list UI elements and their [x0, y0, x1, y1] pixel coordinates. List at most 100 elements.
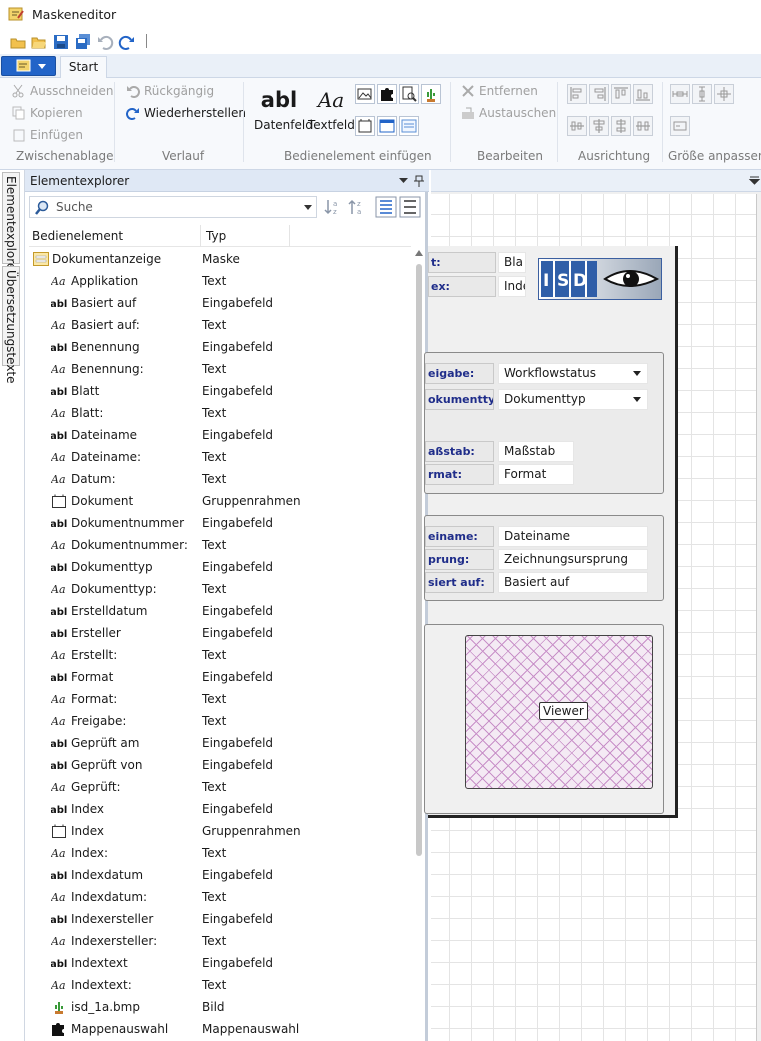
column-header-type[interactable]: Typ [206, 229, 226, 243]
search-box[interactable]: Suche [29, 196, 317, 218]
list-item[interactable]: Aa Dokumentnummer: Text [25, 534, 411, 556]
align-center-vertical-button[interactable] [567, 116, 587, 136]
tab-translations[interactable]: Übersetzungstexte [2, 266, 20, 384]
label-based-on[interactable]: siert auf: [425, 572, 494, 593]
paste-button[interactable]: Einfügen [12, 128, 83, 142]
list-item[interactable]: abl Dateiname Eingabefeld [25, 424, 411, 446]
list-item[interactable]: isd_1a.bmp Bild [25, 996, 411, 1018]
puzzle-insert-button[interactable] [377, 84, 397, 104]
label-filename[interactable]: einame: [425, 526, 494, 547]
field-based-on[interactable]: Basiert auf [498, 572, 648, 593]
same-size-button[interactable] [714, 84, 734, 104]
redo-button[interactable]: Wiederherstellen [126, 106, 246, 120]
field-index[interactable]: Inde [498, 276, 526, 297]
new-folder-icon[interactable] [9, 33, 27, 51]
field-sheet[interactable]: Bla [498, 252, 526, 273]
list-item[interactable]: Aa Index: Text [25, 842, 411, 864]
align-top-button[interactable] [611, 84, 631, 104]
chevron-down-icon[interactable] [304, 205, 312, 210]
list-item[interactable]: abl Erstelldatum Eingabefeld [25, 600, 411, 622]
label-release[interactable]: eigabe: [425, 363, 494, 384]
list-item[interactable]: Aa Dokumenttyp: Text [25, 578, 411, 600]
label-origin[interactable]: prung: [425, 549, 494, 570]
align-center-horizontal-button[interactable] [589, 116, 609, 136]
undo-button[interactable]: Rückgängig [126, 84, 214, 98]
list-item[interactable]: abl Dokumentnummer Eingabefeld [25, 512, 411, 534]
open-folder-icon[interactable] [30, 33, 48, 51]
redo-icon[interactable] [118, 33, 136, 51]
list-item[interactable]: Index Gruppenrahmen [25, 820, 411, 842]
design-canvas[interactable]: t: Bla ex: Inde I S D [424, 194, 757, 1041]
list-item[interactable]: abl Geprüft von Eingabefeld [25, 754, 411, 776]
list-item[interactable]: Aa Applikation Text [25, 270, 411, 292]
search-field-button[interactable] [399, 84, 419, 104]
replace-button[interactable]: Austauschen [461, 106, 556, 120]
list-item[interactable]: abl Indexersteller Eingabefeld [25, 908, 411, 930]
list-item[interactable]: Aa Geprüft: Text [25, 776, 411, 798]
list-item[interactable]: Aa Freigabe: Text [25, 710, 411, 732]
list-item[interactable]: Aa Format: Text [25, 688, 411, 710]
list-item[interactable]: Aa Dateiname: Text [25, 446, 411, 468]
list-item[interactable]: Aa Indexersteller: Text [25, 930, 411, 952]
collapse-all-icon[interactable] [399, 196, 421, 218]
list-item[interactable]: Aa Blatt: Text [25, 402, 411, 424]
field-scale[interactable]: Maßstab [498, 441, 574, 462]
fit-size-button[interactable] [670, 116, 690, 136]
application-menu-button[interactable] [1, 56, 56, 76]
label-scale[interactable]: aßstab: [425, 441, 494, 462]
list-insert-button[interactable] [399, 116, 419, 136]
list-item[interactable]: Aa Indextext: Text [25, 974, 411, 996]
cut-button[interactable]: Ausschneiden [12, 84, 113, 98]
group-frame-document[interactable]: eigabe: Workflowstatus okumenttyp: Dokum… [424, 352, 664, 494]
tab-start[interactable]: Start [60, 56, 107, 79]
distribute-horizontal-button[interactable] [633, 116, 653, 136]
scroll-thumb[interactable] [416, 264, 422, 856]
sort-descending-icon[interactable]: az [321, 196, 343, 218]
field-origin[interactable]: Zeichnungsursprung [498, 549, 648, 570]
list-item[interactable]: abl Geprüft am Eingabefeld [25, 732, 411, 754]
list-item[interactable]: Aa Datum: Text [25, 468, 411, 490]
expand-all-icon[interactable] [375, 196, 397, 218]
panel-menu-icon[interactable] [399, 178, 408, 184]
align-left-button[interactable] [567, 84, 587, 104]
label-index[interactable]: ex: [428, 276, 496, 297]
field-filename[interactable]: Dateiname [498, 526, 648, 547]
list-item[interactable]: Aa Indexdatum: Text [25, 886, 411, 908]
group-frame-viewer[interactable]: Viewer [424, 624, 664, 814]
same-width-button[interactable] [670, 84, 690, 104]
column-separator[interactable] [200, 225, 201, 247]
same-height-button[interactable] [692, 84, 712, 104]
dropdown-workflowstatus[interactable]: Workflowstatus [498, 363, 648, 384]
list-item[interactable]: Mappenauswahl Mappenauswahl [25, 1018, 411, 1040]
dropdown-dokumenttyp[interactable]: Dokumenttyp [498, 389, 648, 410]
list-item[interactable]: abl Blatt Eingabefeld [25, 380, 411, 402]
list-item[interactable]: abl Basiert auf Eingabefeld [25, 292, 411, 314]
list-item[interactable]: abl Indextext Eingabefeld [25, 952, 411, 974]
column-separator[interactable] [289, 225, 290, 247]
remove-button[interactable]: Entfernen [461, 84, 538, 98]
list-item[interactable]: Aa Basiert auf: Text [25, 314, 411, 336]
list-item[interactable]: abl Dokumenttyp Eingabefeld [25, 556, 411, 578]
list-item[interactable]: abl Index Eingabefeld [25, 798, 411, 820]
sort-ascending-icon[interactable]: za [345, 196, 367, 218]
cactus-insert-button[interactable] [421, 84, 441, 104]
copy-button[interactable]: Kopieren [12, 106, 83, 120]
list-item[interactable]: Aa Benennung: Text [25, 358, 411, 380]
align-right-button[interactable] [589, 84, 609, 104]
tab-elementexplorer[interactable]: Elementexplorer [2, 172, 20, 275]
mask-preview[interactable]: t: Bla ex: Inde I S D [424, 246, 678, 818]
image-insert-button[interactable] [355, 84, 375, 104]
distribute-vertical-button[interactable] [611, 116, 631, 136]
datafield-button[interactable]: abl Datenfeld [254, 86, 313, 132]
group-frame-button[interactable] [355, 116, 375, 136]
list-item[interactable]: abl Format Eingabefeld [25, 666, 411, 688]
list-item[interactable]: abl Benennung Eingabefeld [25, 336, 411, 358]
field-format[interactable]: Format [498, 464, 574, 485]
save-all-icon[interactable] [74, 33, 92, 51]
list-item[interactable]: Dokument Gruppenrahmen [25, 490, 411, 512]
list-item[interactable]: Aa Erstellt: Text [25, 644, 411, 666]
label-format[interactable]: rmat: [425, 464, 494, 485]
undo-icon[interactable] [96, 33, 114, 51]
isd-logo-image[interactable]: I S D [538, 258, 662, 300]
tree-root-row[interactable]: Dokumentanzeige Maske [25, 248, 411, 270]
